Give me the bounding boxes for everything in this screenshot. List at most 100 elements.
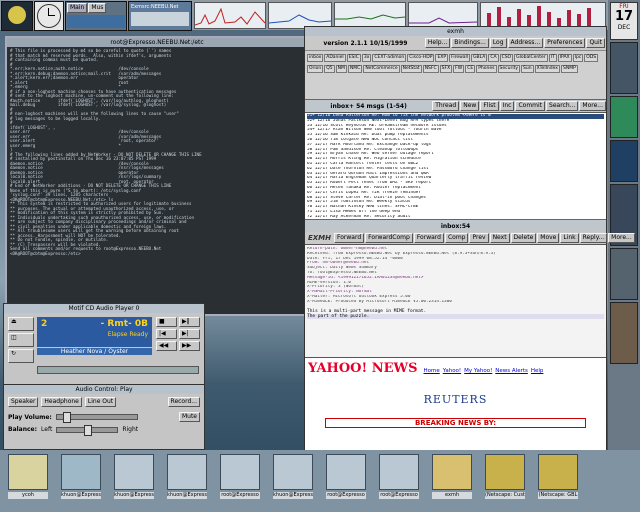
play-volume-thumb[interactable] — [62, 412, 71, 423]
exmh-launcher[interactable]: Exmsrc:NEEBU.Net — [128, 1, 192, 31]
yahoo-news-logo[interactable]: YAHOO! NEWS — [308, 361, 417, 376]
terminal-output[interactable]: # This file is processed by m4 so be car… — [7, 47, 307, 313]
ftoc-button[interactable]: New — [460, 101, 480, 111]
dock-slot-status[interactable] — [610, 302, 638, 364]
headphone-output-button[interactable]: Headphone — [41, 397, 82, 407]
main-button-3[interactable]: Address... — [507, 38, 544, 48]
folder-button[interactable]: Sun — [521, 65, 534, 73]
message-button[interactable]: More... — [608, 233, 635, 243]
taskbar-item[interactable]: khuon@Expresso — [114, 454, 154, 510]
yahoo-nav-link[interactable]: News Alerts — [495, 368, 528, 374]
taskbar-item[interactable]: khuon@Expresso — [167, 454, 207, 510]
taskbar-item[interactable]: (Netscape: GBL — [538, 454, 578, 510]
message-button[interactable]: Forward — [413, 233, 444, 243]
dock-slot-app[interactable] — [610, 96, 638, 138]
workspace-pager[interactable]: Main Mus — [65, 1, 127, 31]
folder-button[interactable]: inbox — [307, 54, 324, 62]
yahoo-nav-link[interactable]: Home — [423, 368, 439, 374]
taskbar-item[interactable]: exmh — [432, 454, 472, 510]
message-button[interactable]: Link — [560, 233, 579, 243]
folder-button[interactable]: CEXT-adimon — [372, 54, 407, 62]
reuters-logo[interactable]: REUTERS — [424, 393, 488, 406]
folder-button[interactable]: CE — [465, 65, 476, 73]
terminal-title[interactable]: root@Expresso.NEEBU.Net:/etc — [7, 38, 307, 47]
folder-button[interactable]: 3x — [361, 54, 372, 62]
taskbar-item[interactable]: khuon@Expresso — [273, 454, 313, 510]
folder-button[interactable]: GBLA — [471, 54, 488, 62]
message-button[interactable]: Reply... — [579, 233, 608, 243]
prev-track-button[interactable]: |◀ — [156, 329, 177, 339]
folder-button[interactable]: SNMP — [560, 65, 578, 73]
folder-button[interactable]: CSO — [499, 54, 514, 62]
pager-desk-mus[interactable]: Mus — [88, 3, 107, 13]
folder-button[interactable]: NetStat — [400, 65, 422, 73]
folder-button[interactable]: ADaniel — [324, 54, 346, 62]
message-button[interactable]: ForwardComp — [365, 233, 413, 243]
next-track-button[interactable]: ▶| — [179, 329, 200, 339]
system-menu-button[interactable] — [1, 1, 33, 31]
terminal-window[interactable]: root@Expresso.NEEBU.Net:/etc # This file… — [5, 36, 309, 316]
yahoo-nav-link[interactable]: Help — [531, 368, 544, 374]
folder-button[interactable]: Firewall — [449, 54, 471, 62]
folder-button[interactable]: XTelIndex — [534, 65, 560, 73]
main-button-2[interactable]: Log — [489, 38, 507, 48]
message-headers[interactable]: Return-path: owner-nm@neebu.net Received:… — [305, 244, 606, 357]
message-button[interactable]: Next — [489, 233, 510, 243]
balance-thumb[interactable] — [84, 424, 93, 436]
folder-button[interactable]: IPAX — [557, 54, 572, 62]
exmh-window[interactable]: exmh version 2.1.1 10/15/1999 Help... Bin… — [304, 26, 635, 499]
rewind-button[interactable]: ◀◀ — [156, 341, 177, 351]
line-out-button[interactable]: Line Out — [84, 397, 117, 407]
exmh-title[interactable]: exmh — [305, 27, 606, 36]
folder-button[interactable]: ODS — [584, 54, 599, 62]
message-button[interactable]: Move — [537, 233, 560, 243]
ftoc-button[interactable]: More... — [579, 101, 606, 111]
folder-button[interactable]: SFX — [439, 65, 453, 73]
message-button[interactable]: Delete — [510, 233, 537, 243]
folder-button[interactable]: EXP — [435, 54, 449, 62]
play-pause-button[interactable]: ▶‖ — [179, 317, 200, 327]
folder-button[interactable]: IT — [548, 54, 557, 62]
audio-control-title[interactable]: Audio Control: Play — [4, 385, 204, 394]
dock-slot-tools[interactable] — [610, 248, 638, 300]
speaker-output-button[interactable]: Speaker — [8, 397, 39, 407]
dock-slot-mixer[interactable] — [610, 140, 638, 182]
message-button[interactable]: Comp — [444, 233, 469, 243]
ftoc-button[interactable]: Search... — [546, 101, 579, 111]
ftoc-button[interactable]: Commit — [515, 101, 546, 111]
cd-player-title[interactable]: Motif CD Audio Player 0 — [4, 304, 204, 313]
ftoc-button[interactable]: Thread — [432, 101, 460, 111]
eject-button[interactable]: ⏏ — [8, 317, 34, 331]
main-button-0[interactable]: Help... — [424, 38, 451, 48]
record-button[interactable]: Record... — [167, 397, 200, 407]
volume-slider[interactable] — [37, 366, 199, 374]
breaking-news-banner[interactable]: BREAKING NEWS BY: — [325, 418, 586, 428]
folder-button[interactable]: Orion — [307, 65, 324, 73]
dock-slot-monitor[interactable] — [610, 42, 638, 94]
mode-button[interactable]: ◫ — [8, 333, 34, 347]
message-button[interactable]: Forward — [334, 233, 365, 243]
balance-slider[interactable] — [56, 424, 119, 436]
taskbar-item[interactable]: root@Expresso — [379, 454, 419, 510]
taskbar-item[interactable]: (Netscape: Custo — [485, 454, 525, 510]
loop-button[interactable]: ↻ — [8, 349, 34, 363]
main-button-1[interactable]: Bindings... — [451, 38, 489, 48]
main-button-4[interactable]: Preferences — [544, 38, 586, 48]
folder-button[interactable]: Phones — [476, 65, 497, 73]
calendar-widget[interactable]: FRI 17 DEC — [610, 2, 638, 40]
folder-button[interactable]: NMC — [347, 65, 363, 73]
stop-button[interactable]: ■ — [156, 317, 177, 327]
main-button-5[interactable]: Quit — [586, 38, 605, 48]
cd-player-window[interactable]: Motif CD Audio Player 0 2 - Rmt- 0B Elap… — [3, 303, 205, 385]
audio-control-window[interactable]: Audio Control: Play Speaker Headphone Li… — [3, 384, 205, 450]
folder-button[interactable]: CA — [488, 54, 499, 62]
folder-button[interactable]: NetCommerce — [363, 65, 400, 73]
folder-button[interactable]: GlobalCenter — [514, 54, 548, 62]
message-list[interactable]: 51+ 12/16 Lena Patterson Re: How to fix … — [305, 112, 606, 219]
ftoc-button[interactable]: Flist — [480, 101, 499, 111]
yahoo-nav-link[interactable]: My Yahoo! — [464, 368, 492, 374]
folder-button[interactable]: Cisco-HDP — [407, 54, 435, 62]
taskbar-item[interactable]: khuon@Expresso:NEEBU.Net:/export/home/kh… — [61, 454, 101, 510]
yahoo-nav-link[interactable]: Yahoo! — [443, 368, 461, 374]
taskbar-item[interactable]: ycoh — [8, 454, 48, 510]
